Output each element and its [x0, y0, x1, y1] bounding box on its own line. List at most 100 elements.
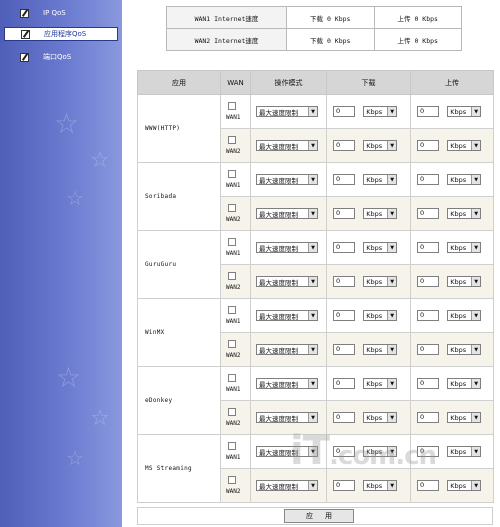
download-unit-select[interactable]: Kbps ▼ [363, 208, 398, 219]
unit-value: Kbps [366, 141, 383, 150]
table-row: Soribada WAN1 最大速度限制 ▼ 0 Kbps ▼ 0 Kbps ▼ [137, 162, 494, 231]
upload-input[interactable]: 0 [417, 208, 439, 219]
download-input[interactable]: 0 [333, 242, 355, 253]
download-input[interactable]: 0 [333, 378, 355, 389]
wan-label: WAN2 [226, 148, 241, 155]
mode-select[interactable]: 最大速度限制 ▼ [256, 412, 318, 423]
mode-select[interactable]: 最大速度限制 ▼ [256, 378, 318, 389]
apply-row: 应用 [137, 507, 493, 525]
status-row-wan1: WAN1 Internet速度 下载 0 Kbps 上传 0 Kbps [166, 6, 462, 29]
upload-unit-select[interactable]: Kbps ▼ [447, 446, 482, 457]
wan-checkbox[interactable] [228, 408, 236, 416]
download-cell: 0 Kbps ▼ [326, 230, 411, 265]
upload-input[interactable]: 0 [417, 174, 439, 185]
upload-input[interactable]: 0 [417, 276, 439, 287]
mode-select[interactable]: 最大速度限制 ▼ [256, 174, 318, 185]
upload-unit-select[interactable]: Kbps ▼ [447, 344, 482, 355]
upload-input[interactable]: 0 [417, 242, 439, 253]
apply-button[interactable]: 应用 [284, 509, 354, 523]
download-unit-select[interactable]: Kbps ▼ [363, 344, 398, 355]
status-download: 下载 0 Kbps [286, 6, 375, 29]
upload-unit-select[interactable]: Kbps ▼ [447, 242, 482, 253]
chevron-down-icon: ▼ [308, 311, 317, 320]
download-unit-select[interactable]: Kbps ▼ [363, 242, 398, 253]
download-input[interactable]: 0 [333, 310, 355, 321]
mode-select[interactable]: 最大速度限制 ▼ [256, 310, 318, 321]
unit-value: Kbps [450, 141, 467, 150]
unit-value: Kbps [450, 413, 467, 422]
table-row: WinMX WAN1 最大速度限制 ▼ 0 Kbps ▼ 0 Kbps ▼ [137, 298, 494, 367]
mode-select[interactable]: 最大速度限制 ▼ [256, 276, 318, 287]
download-input[interactable]: 0 [333, 106, 355, 117]
upload-unit-select[interactable]: Kbps ▼ [447, 412, 482, 423]
upload-unit-select[interactable]: Kbps ▼ [447, 106, 482, 117]
mode-select[interactable]: 最大速度限制 ▼ [256, 242, 318, 253]
wan-checkbox[interactable] [228, 340, 236, 348]
sidebar-item-label: 端口QoS [43, 53, 72, 61]
download-input[interactable]: 0 [333, 174, 355, 185]
mode-select[interactable]: 最大速度限制 ▼ [256, 106, 318, 117]
download-input[interactable]: 0 [333, 344, 355, 355]
wan-cell: WAN1 [220, 94, 251, 129]
sidebar-item-ip-qos[interactable]: IP QoS [4, 6, 118, 20]
chevron-down-icon: ▼ [308, 413, 317, 422]
status-label: WAN2 Internet速度 [166, 28, 287, 51]
upload-unit-select[interactable]: Kbps ▼ [447, 276, 482, 287]
download-unit-select[interactable]: Kbps ▼ [363, 140, 398, 151]
upload-input[interactable]: 0 [417, 480, 439, 491]
download-unit-select[interactable]: Kbps ▼ [363, 174, 398, 185]
upload-input[interactable]: 0 [417, 310, 439, 321]
upload-input[interactable]: 0 [417, 106, 439, 117]
unit-value: Kbps [450, 311, 467, 320]
upload-unit-select[interactable]: Kbps ▼ [447, 378, 482, 389]
download-unit-select[interactable]: Kbps ▼ [363, 276, 398, 287]
download-input[interactable]: 0 [333, 276, 355, 287]
upload-unit-select[interactable]: Kbps ▼ [447, 310, 482, 321]
download-input[interactable]: 0 [333, 480, 355, 491]
chevron-down-icon: ▼ [471, 141, 481, 150]
download-input[interactable]: 0 [333, 208, 355, 219]
wan-checkbox[interactable] [228, 170, 236, 178]
wan-checkbox[interactable] [228, 374, 236, 382]
wan-checkbox[interactable] [228, 204, 236, 212]
wan-checkbox[interactable] [228, 102, 236, 110]
upload-unit-select[interactable]: Kbps ▼ [447, 208, 482, 219]
unit-value: Kbps [366, 345, 383, 354]
mode-select[interactable]: 最大速度限制 ▼ [256, 208, 318, 219]
mode-select[interactable]: 最大速度限制 ▼ [256, 140, 318, 151]
download-input[interactable]: 0 [333, 412, 355, 423]
upload-unit-select[interactable]: Kbps ▼ [447, 174, 482, 185]
chevron-down-icon: ▼ [387, 277, 397, 286]
chevron-down-icon: ▼ [471, 277, 481, 286]
wan-checkbox[interactable] [228, 238, 236, 246]
download-unit-select[interactable]: Kbps ▼ [363, 378, 398, 389]
mode-value: 最大速度限制 [259, 414, 298, 423]
upload-unit-select[interactable]: Kbps ▼ [447, 140, 482, 151]
wan-checkbox[interactable] [228, 476, 236, 484]
upload-input[interactable]: 0 [417, 140, 439, 151]
mode-value: 最大速度限制 [259, 278, 298, 287]
download-unit-select[interactable]: Kbps ▼ [363, 412, 398, 423]
unit-value: Kbps [366, 481, 383, 490]
mode-cell: 最大速度限制 ▼ [250, 264, 327, 299]
mode-select[interactable]: 最大速度限制 ▼ [256, 480, 318, 491]
wan-checkbox[interactable] [228, 136, 236, 144]
wan-checkbox[interactable] [228, 442, 236, 450]
wan-checkbox[interactable] [228, 306, 236, 314]
upload-unit-select[interactable]: Kbps ▼ [447, 480, 482, 491]
upload-input[interactable]: 0 [417, 378, 439, 389]
download-unit-select[interactable]: Kbps ▼ [363, 310, 398, 321]
download-unit-select[interactable]: Kbps ▼ [363, 106, 398, 117]
download-input[interactable]: 0 [333, 140, 355, 151]
mode-select[interactable]: 最大速度限制 ▼ [256, 344, 318, 355]
wan-label: WAN1 [226, 250, 241, 257]
upload-cell: 0 Kbps ▼ [410, 264, 494, 299]
upload-input[interactable]: 0 [417, 412, 439, 423]
wan-label: WAN2 [226, 284, 241, 291]
sidebar-item-port-qos[interactable]: 端口QoS [4, 50, 118, 64]
download-unit-select[interactable]: Kbps ▼ [363, 480, 398, 491]
wan-checkbox[interactable] [228, 272, 236, 280]
sidebar-item-app-qos[interactable]: 应用程序QoS [4, 27, 118, 41]
upload-input[interactable]: 0 [417, 344, 439, 355]
wan-cell: WAN1 [220, 162, 251, 197]
